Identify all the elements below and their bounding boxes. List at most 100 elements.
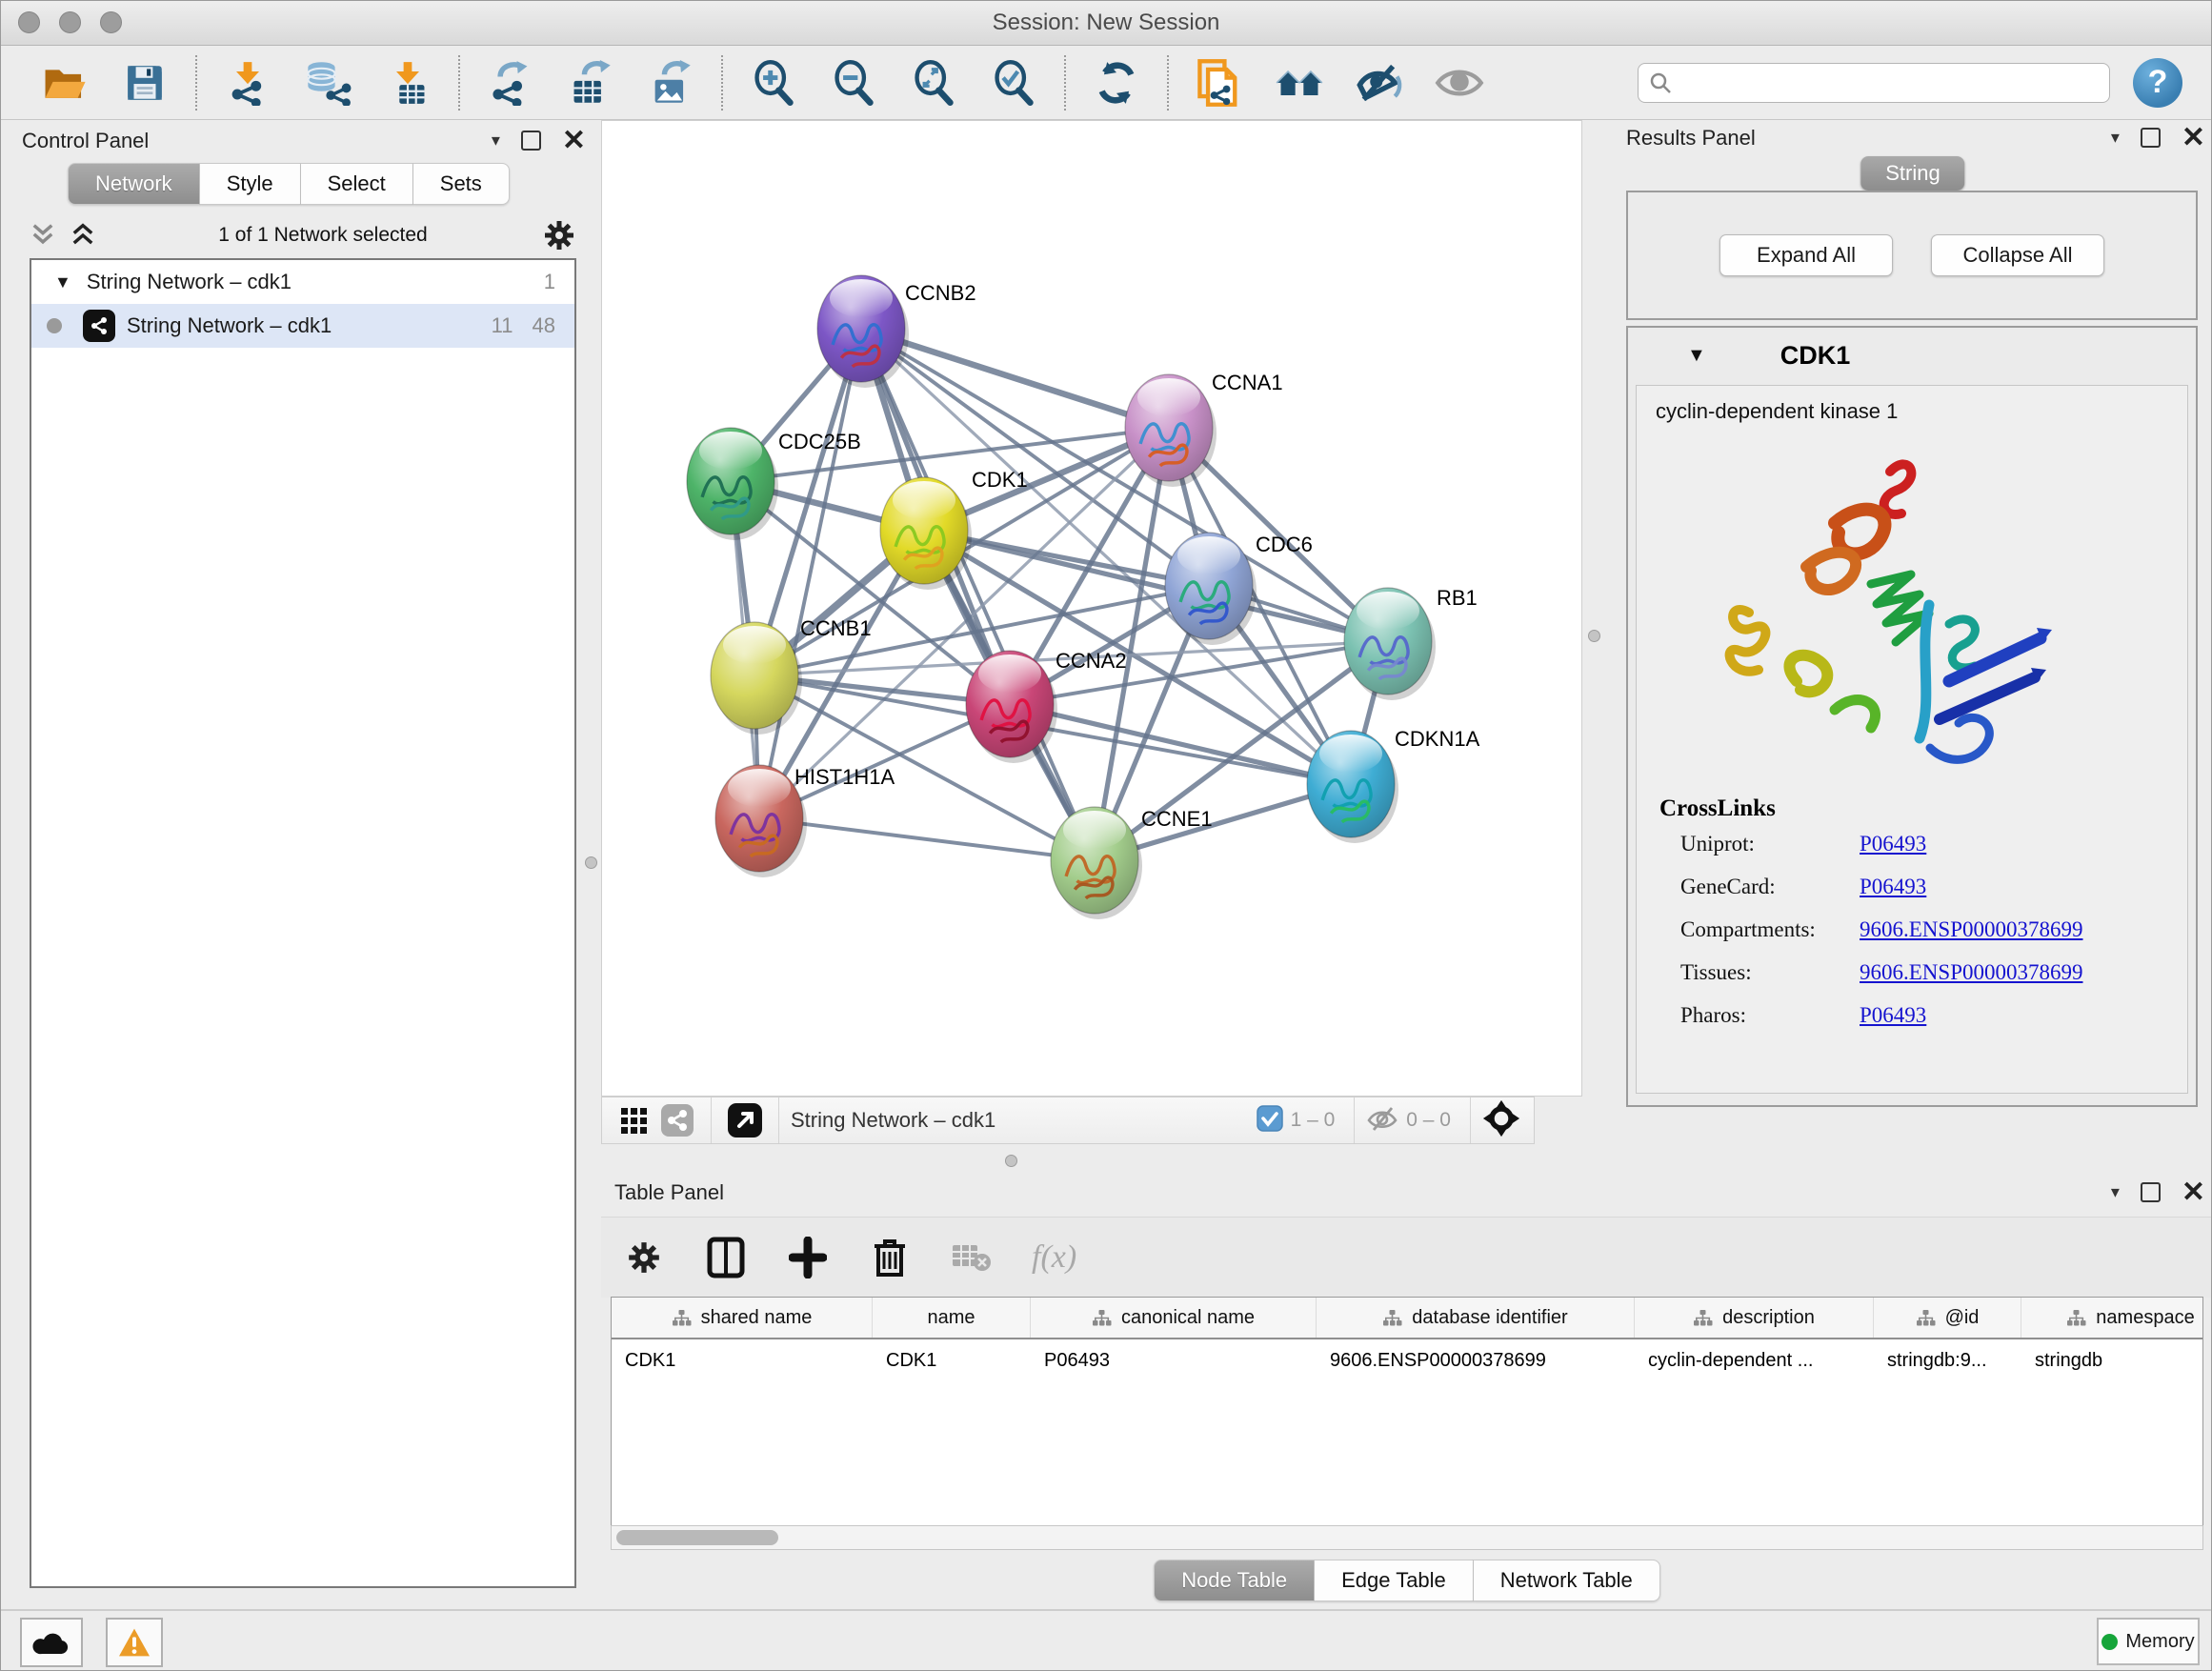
zoom-out-icon[interactable] xyxy=(828,57,879,109)
network-node-cdkn1a[interactable] xyxy=(1307,731,1398,843)
selected-checkbox-icon[interactable] xyxy=(1257,1105,1283,1137)
table-cell[interactable]: CDK1 xyxy=(612,1339,873,1381)
panel-collapse-icon[interactable]: ▾ xyxy=(2111,1182,2120,1202)
vertical-splitter-handle[interactable] xyxy=(1588,630,1600,642)
entry-disclosure-icon[interactable]: ▼ xyxy=(1687,345,1706,367)
add-column-icon[interactable] xyxy=(786,1236,830,1279)
table-cell[interactable]: stringdb:9... xyxy=(1874,1339,2021,1381)
show-columns-icon[interactable] xyxy=(704,1236,748,1279)
export-image-icon[interactable] xyxy=(645,57,696,109)
zoom-fit-icon[interactable] xyxy=(908,57,959,109)
refresh-icon[interactable] xyxy=(1091,57,1142,109)
delete-column-icon[interactable] xyxy=(868,1236,912,1279)
zoom-in-icon[interactable] xyxy=(748,57,799,109)
network-node-ccnb1[interactable] xyxy=(711,622,802,735)
table-horizontal-scrollbar[interactable] xyxy=(611,1525,2203,1550)
tab-network[interactable]: Network xyxy=(68,163,200,205)
column-header[interactable]: description xyxy=(1635,1298,1874,1338)
panel-float-icon[interactable] xyxy=(2141,1182,2161,1202)
tab-node-table[interactable]: Node Table xyxy=(1154,1560,1315,1601)
panel-collapse-icon[interactable]: ▾ xyxy=(2111,128,2120,148)
tab-network-table[interactable]: Network Table xyxy=(1474,1560,1660,1601)
search-input[interactable] xyxy=(1673,70,2100,95)
network-node-cdc6[interactable] xyxy=(1165,533,1257,645)
collection-disclosure-icon[interactable]: ▼ xyxy=(54,272,71,292)
string-import-icon[interactable] xyxy=(1194,57,1245,109)
crosslink-value-link[interactable]: P06493 xyxy=(1860,875,1926,899)
node-result-header[interactable]: ▼ CDK1 xyxy=(1628,328,2196,383)
panel-collapse-icon[interactable]: ▾ xyxy=(492,131,500,151)
scrollbar-thumb[interactable] xyxy=(616,1530,778,1545)
column-header[interactable]: namespace xyxy=(2021,1298,2203,1338)
network-node-hist1h1a[interactable] xyxy=(715,765,807,877)
crosslink-value-link[interactable]: P06493 xyxy=(1860,1003,1926,1028)
maximize-window-button[interactable] xyxy=(100,11,122,33)
network-node-cdk1[interactable] xyxy=(880,477,972,590)
table-row[interactable]: CDK1CDK1P064939606.ENSP00000378699cyclin… xyxy=(612,1339,2202,1381)
warning-status-button[interactable] xyxy=(106,1618,163,1667)
panel-float-icon[interactable] xyxy=(521,131,541,151)
network-node-rb1[interactable] xyxy=(1344,588,1436,700)
minimize-window-button[interactable] xyxy=(59,11,81,33)
open-in-window-icon[interactable] xyxy=(723,1098,767,1142)
panel-close-icon[interactable]: ✕ xyxy=(562,131,586,151)
crosslink-value-link[interactable]: P06493 xyxy=(1860,832,1926,856)
panel-close-icon[interactable]: ✕ xyxy=(2182,129,2205,148)
cloud-status-button[interactable] xyxy=(20,1618,83,1667)
table-cell[interactable]: 9606.ENSP00000378699 xyxy=(1317,1339,1635,1381)
expand-all-button[interactable]: Expand All xyxy=(1719,234,1893,276)
hide-panel-icon[interactable] xyxy=(1354,57,1405,109)
crosslink-value-link[interactable]: 9606.ENSP00000378699 xyxy=(1860,917,2083,942)
network-canvas[interactable]: CCNB2CCNA1CDC25BCDK1CDC6RB1CCNB1CCNA2CDK… xyxy=(601,120,1582,1097)
help-icon[interactable]: ? xyxy=(2133,58,2182,108)
import-database-icon[interactable] xyxy=(302,57,353,109)
zoom-selected-icon[interactable] xyxy=(988,57,1039,109)
column-header[interactable]: @id xyxy=(1874,1298,2021,1338)
network-node-ccne1[interactable] xyxy=(1051,807,1142,919)
network-node-ccna1[interactable] xyxy=(1125,374,1217,487)
tab-edge-table[interactable]: Edge Table xyxy=(1315,1560,1474,1601)
network-overview-icon[interactable] xyxy=(1274,57,1325,109)
table-cell[interactable]: CDK1 xyxy=(873,1339,1031,1381)
close-window-button[interactable] xyxy=(18,11,40,33)
tab-style[interactable]: Style xyxy=(200,163,301,205)
table-cell[interactable]: stringdb xyxy=(2021,1339,2203,1381)
column-header[interactable]: shared name xyxy=(612,1298,873,1338)
network-node-ccnb2[interactable] xyxy=(817,275,909,388)
table-settings-gear-icon[interactable] xyxy=(622,1236,666,1279)
network-collection-row[interactable]: ▼ String Network – cdk1 1 xyxy=(31,260,574,304)
table-cell[interactable]: P06493 xyxy=(1031,1339,1317,1381)
export-network-icon[interactable] xyxy=(485,57,536,109)
horizontal-splitter-handle[interactable] xyxy=(1005,1155,1017,1167)
tab-select[interactable]: Select xyxy=(301,163,413,205)
grid-view-icon[interactable] xyxy=(612,1098,655,1142)
collapse-all-button[interactable]: Collapse All xyxy=(1931,234,2104,276)
export-table-icon[interactable] xyxy=(565,57,616,109)
column-header[interactable]: name xyxy=(873,1298,1031,1338)
open-session-icon[interactable] xyxy=(39,57,90,109)
tab-string[interactable]: String xyxy=(1860,156,1964,191)
vertical-splitter-handle[interactable] xyxy=(585,856,597,869)
collapse-all-icon[interactable] xyxy=(30,221,56,250)
hidden-eye-icon[interactable] xyxy=(1366,1105,1398,1137)
memory-button[interactable]: Memory xyxy=(2097,1618,2200,1665)
crosslink-value-link[interactable]: 9606.ENSP00000378699 xyxy=(1860,960,2083,985)
table-cell[interactable]: cyclin-dependent ... xyxy=(1635,1339,1874,1381)
network-edge[interactable] xyxy=(759,818,1095,860)
string-share-icon[interactable] xyxy=(655,1098,699,1142)
tab-sets[interactable]: Sets xyxy=(413,163,510,205)
import-network-icon[interactable] xyxy=(222,57,273,109)
birdseye-view-icon[interactable] xyxy=(1482,1099,1520,1142)
show-panel-icon[interactable] xyxy=(1434,57,1485,109)
network-edge[interactable] xyxy=(861,329,1095,860)
panel-float-icon[interactable] xyxy=(2141,128,2161,148)
gear-icon[interactable] xyxy=(542,218,576,252)
save-session-icon[interactable] xyxy=(119,57,171,109)
expand-all-icon[interactable] xyxy=(70,221,96,250)
import-table-icon[interactable] xyxy=(382,57,433,109)
network-node-ccna2[interactable] xyxy=(966,651,1057,763)
column-header[interactable]: canonical name xyxy=(1031,1298,1317,1338)
network-row[interactable]: String Network – cdk1 11 48 xyxy=(31,304,574,348)
column-header[interactable]: database identifier xyxy=(1317,1298,1635,1338)
panel-close-icon[interactable]: ✕ xyxy=(2182,1183,2205,1202)
